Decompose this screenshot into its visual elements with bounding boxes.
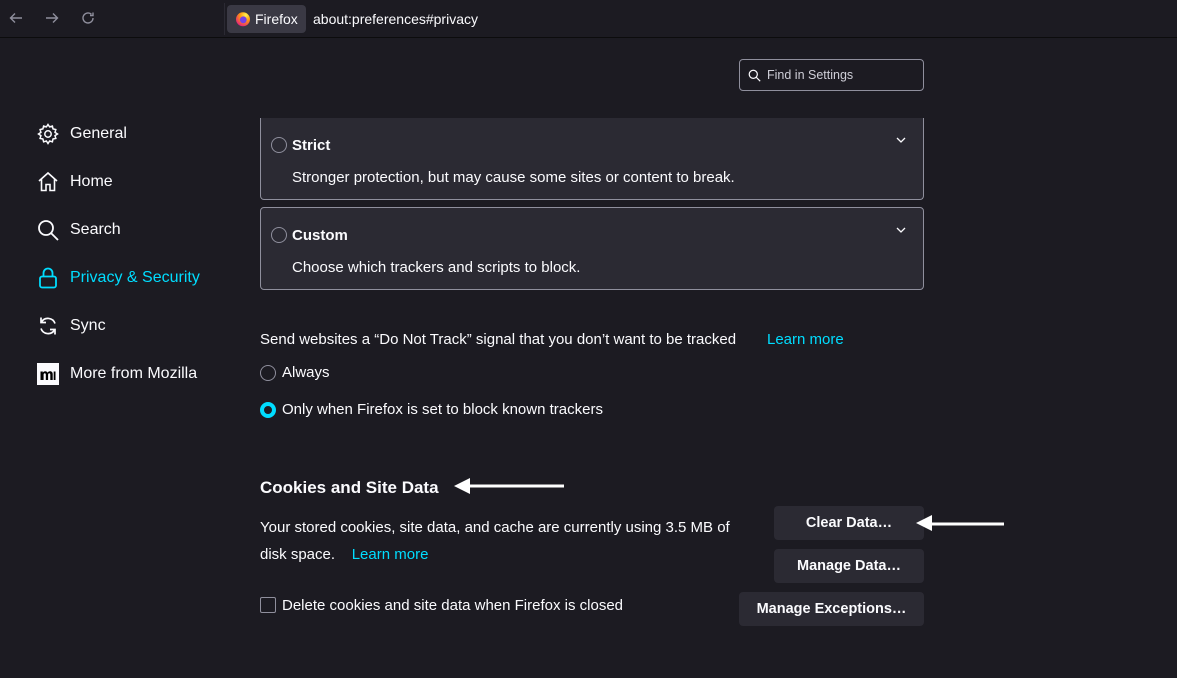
search-icon xyxy=(748,69,761,82)
cookies-learn-more-link[interactable]: Learn more xyxy=(352,546,429,563)
custom-radio[interactable] xyxy=(271,227,287,243)
dnt-learn-more-link[interactable]: Learn more xyxy=(767,331,844,348)
manage-data-button[interactable]: Manage Data… xyxy=(774,549,924,583)
sync-icon xyxy=(36,314,60,338)
clear-data-button[interactable]: Clear Data… xyxy=(774,506,924,540)
identity-label: Firefox xyxy=(255,11,298,27)
chevron-down-icon[interactable] xyxy=(895,224,907,236)
sidebar-item-label: Search xyxy=(70,221,121,238)
sidebar-item-home[interactable]: Home xyxy=(36,166,236,198)
sidebar-item-sync[interactable]: Sync xyxy=(36,310,236,342)
strict-title: Strict xyxy=(292,137,331,154)
cookies-usage: Your stored cookies, site data, and cach… xyxy=(260,514,760,568)
strict-description: Stronger protection, but may cause some … xyxy=(292,169,735,186)
sidebar-item-label: General xyxy=(70,125,127,142)
cookies-heading: Cookies and Site Data xyxy=(260,478,439,497)
browser-toolbar: Firefox about:preferences#privacy xyxy=(0,0,1177,38)
chevron-down-icon[interactable] xyxy=(895,134,907,146)
arrow-left-icon xyxy=(916,515,1004,531)
back-icon[interactable] xyxy=(6,8,26,28)
reload-icon[interactable] xyxy=(78,8,98,28)
mozilla-icon xyxy=(36,362,60,386)
identity-box[interactable]: Firefox xyxy=(227,5,306,33)
cookies-usage-text: Your stored cookies, site data, and cach… xyxy=(260,519,730,563)
search-icon xyxy=(36,218,60,242)
sidebar-item-search[interactable]: Search xyxy=(36,214,236,246)
manage-exceptions-button[interactable]: Manage Exceptions… xyxy=(739,592,924,626)
url-text[interactable]: about:preferences#privacy xyxy=(313,11,478,27)
dnt-always-radio[interactable] xyxy=(260,365,276,381)
search-input[interactable] xyxy=(767,68,917,82)
dnt-description: Send websites a “Do Not Track” signal th… xyxy=(260,331,737,348)
custom-protection-panel[interactable]: Custom Choose which trackers and scripts… xyxy=(260,207,924,290)
dnt-always-label[interactable]: Always xyxy=(282,364,330,381)
dnt-when-blocking-label[interactable]: Only when Firefox is set to block known … xyxy=(282,401,603,418)
delete-on-close-checkbox[interactable] xyxy=(260,597,276,613)
sidebar-item-label: Home xyxy=(70,173,113,190)
dnt-when-blocking-radio[interactable] xyxy=(260,402,276,418)
find-in-settings[interactable] xyxy=(739,59,924,91)
lock-icon xyxy=(36,266,60,290)
custom-title: Custom xyxy=(292,227,348,244)
home-icon xyxy=(36,170,60,194)
gear-icon xyxy=(36,122,60,146)
strict-radio[interactable] xyxy=(271,137,287,153)
sidebar-item-more-from-mozilla[interactable]: More from Mozilla xyxy=(36,358,236,390)
firefox-logo-icon xyxy=(236,12,250,27)
sidebar-item-privacy-security[interactable]: Privacy & Security xyxy=(36,262,236,294)
sidebar-item-label: Privacy & Security xyxy=(70,269,200,286)
sidebar-item-label: Sync xyxy=(70,317,106,334)
forward-icon[interactable] xyxy=(42,8,62,28)
custom-description: Choose which trackers and scripts to blo… xyxy=(292,259,581,276)
delete-on-close-label[interactable]: Delete cookies and site data when Firefo… xyxy=(282,597,623,614)
sidebar-item-general[interactable]: General xyxy=(36,118,236,150)
url-bar[interactable]: Firefox about:preferences#privacy xyxy=(224,3,1177,35)
sidebar-item-label: More from Mozilla xyxy=(70,365,198,382)
strict-protection-panel[interactable]: Strict Stronger protection, but may caus… xyxy=(260,118,924,200)
arrow-left-icon xyxy=(454,478,564,494)
